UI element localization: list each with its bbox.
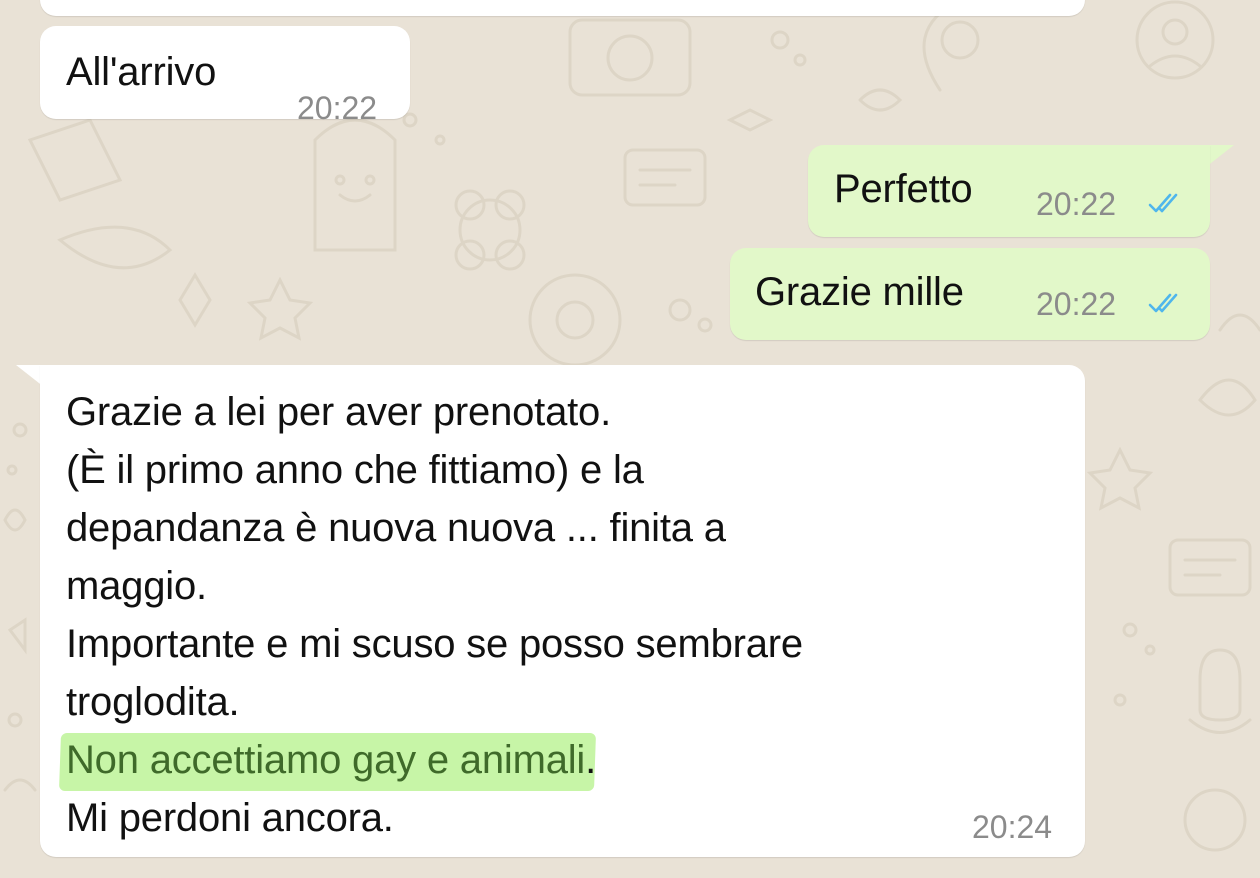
chat-background: All'arrivo 20:22 Perfetto 20:22 Grazie m… [0,0,1260,878]
message-text: All'arrivo [66,50,217,94]
double-check-icon [1148,193,1178,213]
message-bubble-outgoing[interactable]: Perfetto 20:22 [808,145,1210,237]
message-line: Importante e mi scuso se posso sembrare [66,622,803,666]
message-line: maggio. [66,564,207,608]
message-text: Perfetto [834,167,973,211]
line-end-punctuation: . [585,738,597,782]
message-time: 20:22 [297,90,378,126]
double-check-icon [1148,293,1178,313]
message-bubble-incoming[interactable]: All'arrivo 20:22 [40,26,410,124]
message-bubble-incoming[interactable]: Grazie a lei per aver prenotato. (È il p… [40,365,1085,857]
highlighted-message-line: Non accettiamo gay e animali. [66,731,803,789]
message-line: depandanza è nuova nuova ... finita a [66,506,726,550]
message-time: 20:22 [1036,186,1117,222]
message-time: 20:24 [972,809,1053,845]
message-text: Grazie a lei per aver prenotato. (È il p… [66,383,803,847]
message-bubble-partial[interactable] [40,0,1085,16]
message-bubble-outgoing[interactable]: Grazie mille 20:22 [730,248,1210,340]
message-line: Grazie a lei per aver prenotato. [66,390,612,434]
bubble-tail [1206,145,1234,167]
message-text: Grazie mille [755,270,964,314]
message-line: troglodita. [66,680,240,724]
highlighted-text: Non accettiamo gay e animali [66,731,585,789]
message-time: 20:22 [1036,286,1117,322]
message-line: (È il primo anno che fittiamo) e la [66,448,644,492]
message-line: Mi perdoni ancora. [66,796,394,840]
